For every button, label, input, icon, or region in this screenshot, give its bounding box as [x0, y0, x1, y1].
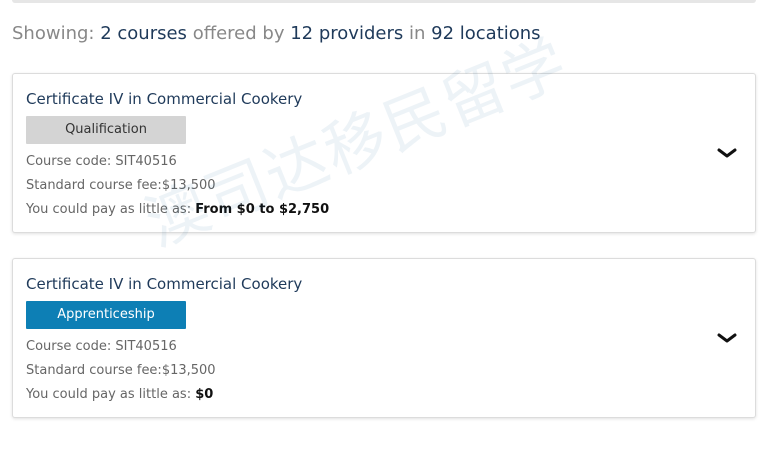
providers-count: 12 — [290, 23, 314, 44]
providers-label: providers — [318, 23, 404, 44]
pay-as-little-as: You could pay as little as: $0 — [26, 386, 213, 404]
qualification-badge: Qualification — [26, 116, 186, 144]
course-card-qualification[interactable]: Certificate IV in Commercial Cookery Qua… — [12, 73, 756, 233]
course-fee: Standard course fee:$13,500 — [26, 363, 216, 378]
summary-prefix: Showing: — [12, 23, 95, 44]
in-label: in — [408, 23, 426, 44]
pay-amount: From $0 to $2,750 — [195, 202, 330, 217]
course-title[interactable]: Certificate IV in Commercial Cookery — [26, 274, 302, 294]
chevron-down-icon[interactable] — [715, 141, 739, 165]
pay-as-little-as: You could pay as little as: From $0 to $… — [26, 201, 329, 219]
course-title[interactable]: Certificate IV in Commercial Cookery — [26, 89, 302, 109]
chevron-down-icon[interactable] — [715, 326, 739, 350]
course-code: Course code: SIT40516 — [26, 339, 177, 354]
course-card-apprenticeship[interactable]: Certificate IV in Commercial Cookery App… — [12, 258, 756, 418]
course-code: Course code: SIT40516 — [26, 154, 177, 169]
top-divider — [12, 0, 756, 3]
offered-by-label: offered by — [192, 23, 285, 44]
pay-label: You could pay as little as: — [26, 202, 192, 217]
results-summary: Showing: 2 courses offered by 12 provide… — [12, 22, 541, 46]
pay-amount: $0 — [195, 387, 214, 402]
courses-count: 2 — [100, 23, 112, 44]
apprenticeship-badge: Apprenticeship — [26, 301, 186, 329]
locations-count: 92 — [431, 23, 455, 44]
course-fee: Standard course fee:$13,500 — [26, 178, 216, 193]
pay-label: You could pay as little as: — [26, 387, 192, 402]
courses-label: courses — [117, 23, 187, 44]
locations-label: locations — [459, 23, 541, 44]
